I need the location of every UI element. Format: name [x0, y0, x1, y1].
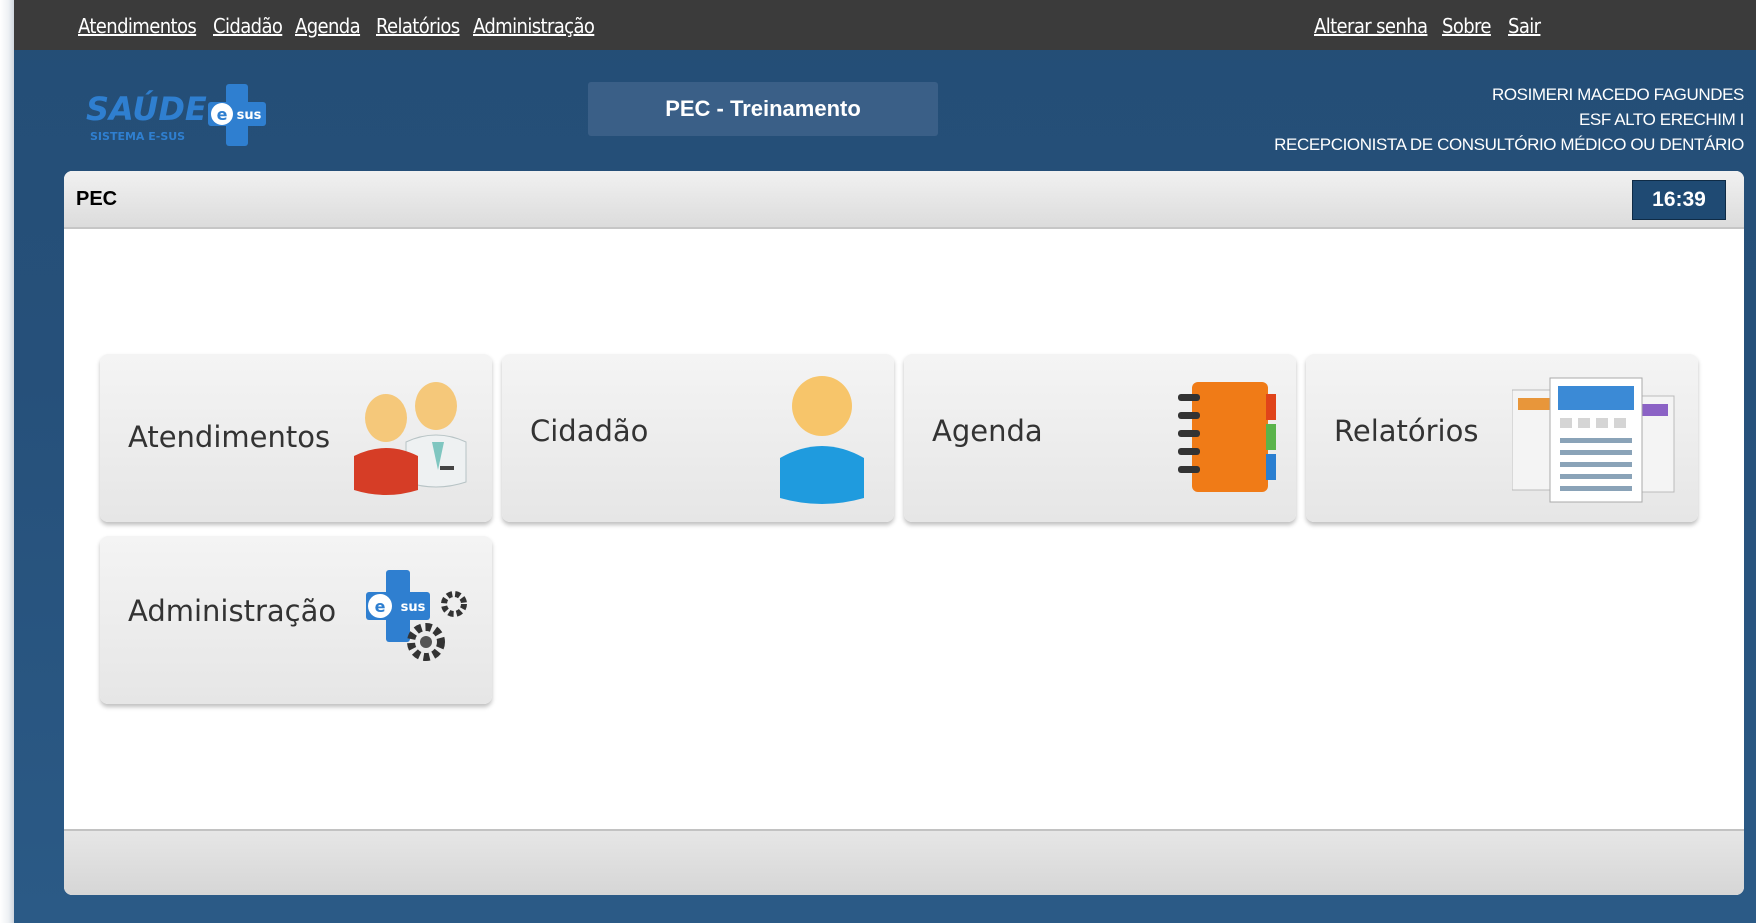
nav-link-alterar-senha[interactable]: Alterar senha	[1314, 14, 1428, 38]
environment-label: PEC - Treinamento	[588, 82, 938, 136]
nav-link-sair[interactable]: Sair	[1508, 14, 1541, 38]
panel-title: PEC	[76, 188, 118, 210]
svg-text:sus: sus	[401, 600, 426, 615]
reports-icon	[1512, 377, 1675, 503]
tile-atendimentos[interactable]: Atendimentos	[100, 354, 492, 522]
panel-header: PEC 16:39	[64, 171, 1744, 229]
clock-badge: 16:39	[1632, 180, 1726, 220]
nav-link-cidadao[interactable]: Cidadão	[213, 14, 283, 38]
tile-relatorios[interactable]: Relatórios	[1306, 354, 1698, 522]
user-team: ESF ALTO ERECHIM I	[1578, 110, 1744, 129]
main-panel: PEC 16:39 Atendimentos Cidadão Agenda Re…	[64, 171, 1744, 895]
person-icon	[780, 376, 864, 504]
esus-cross-icon: e sus	[208, 84, 266, 146]
svg-text:e: e	[217, 105, 228, 124]
svg-text:sus: sus	[237, 108, 262, 123]
nav-link-agenda[interactable]: Agenda	[295, 14, 361, 38]
esus-gears-icon: e sus	[366, 570, 467, 661]
nav-link-relatorios[interactable]: Relatórios	[376, 14, 460, 38]
panel-footer	[64, 829, 1744, 895]
tile-label: Cidadão	[530, 414, 649, 448]
tile-label: Administração	[128, 594, 337, 628]
tile-administracao[interactable]: Administração e sus	[100, 536, 492, 704]
app-frame: Atendimentos Cidadão Agenda Relatórios A…	[14, 0, 1756, 923]
saude-esus-logo: SAÚDE SISTEMA E-SUS e sus	[86, 82, 296, 152]
user-name: ROSIMERI MACEDO FAGUNDES	[1491, 85, 1744, 104]
nav-link-sobre[interactable]: Sobre	[1442, 14, 1491, 38]
svg-text:e: e	[375, 597, 386, 616]
logo-main-text: SAÚDE	[86, 89, 207, 128]
tile-label: Atendimentos	[128, 420, 331, 454]
user-info: ROSIMERI MACEDO FAGUNDES ESF ALTO ERECHI…	[1274, 82, 1744, 157]
tile-agenda[interactable]: Agenda	[904, 354, 1296, 522]
tile-label: Agenda	[932, 414, 1043, 448]
tile-label: Relatórios	[1334, 414, 1479, 448]
people-icon	[354, 382, 467, 495]
nav-link-administracao[interactable]: Administração	[473, 14, 595, 38]
left-edge-shade	[0, 0, 14, 923]
notebook-icon	[1178, 382, 1276, 492]
tile-cidadao[interactable]: Cidadão	[502, 354, 894, 522]
nav-link-atendimentos[interactable]: Atendimentos	[78, 14, 197, 38]
top-nav-bar: Atendimentos Cidadão Agenda Relatórios A…	[14, 0, 1756, 50]
logo-sub-text: SISTEMA E-SUS	[90, 130, 185, 143]
user-role: RECEPCIONISTA DE CONSULTÓRIO MÉDICO OU D…	[1274, 135, 1744, 154]
